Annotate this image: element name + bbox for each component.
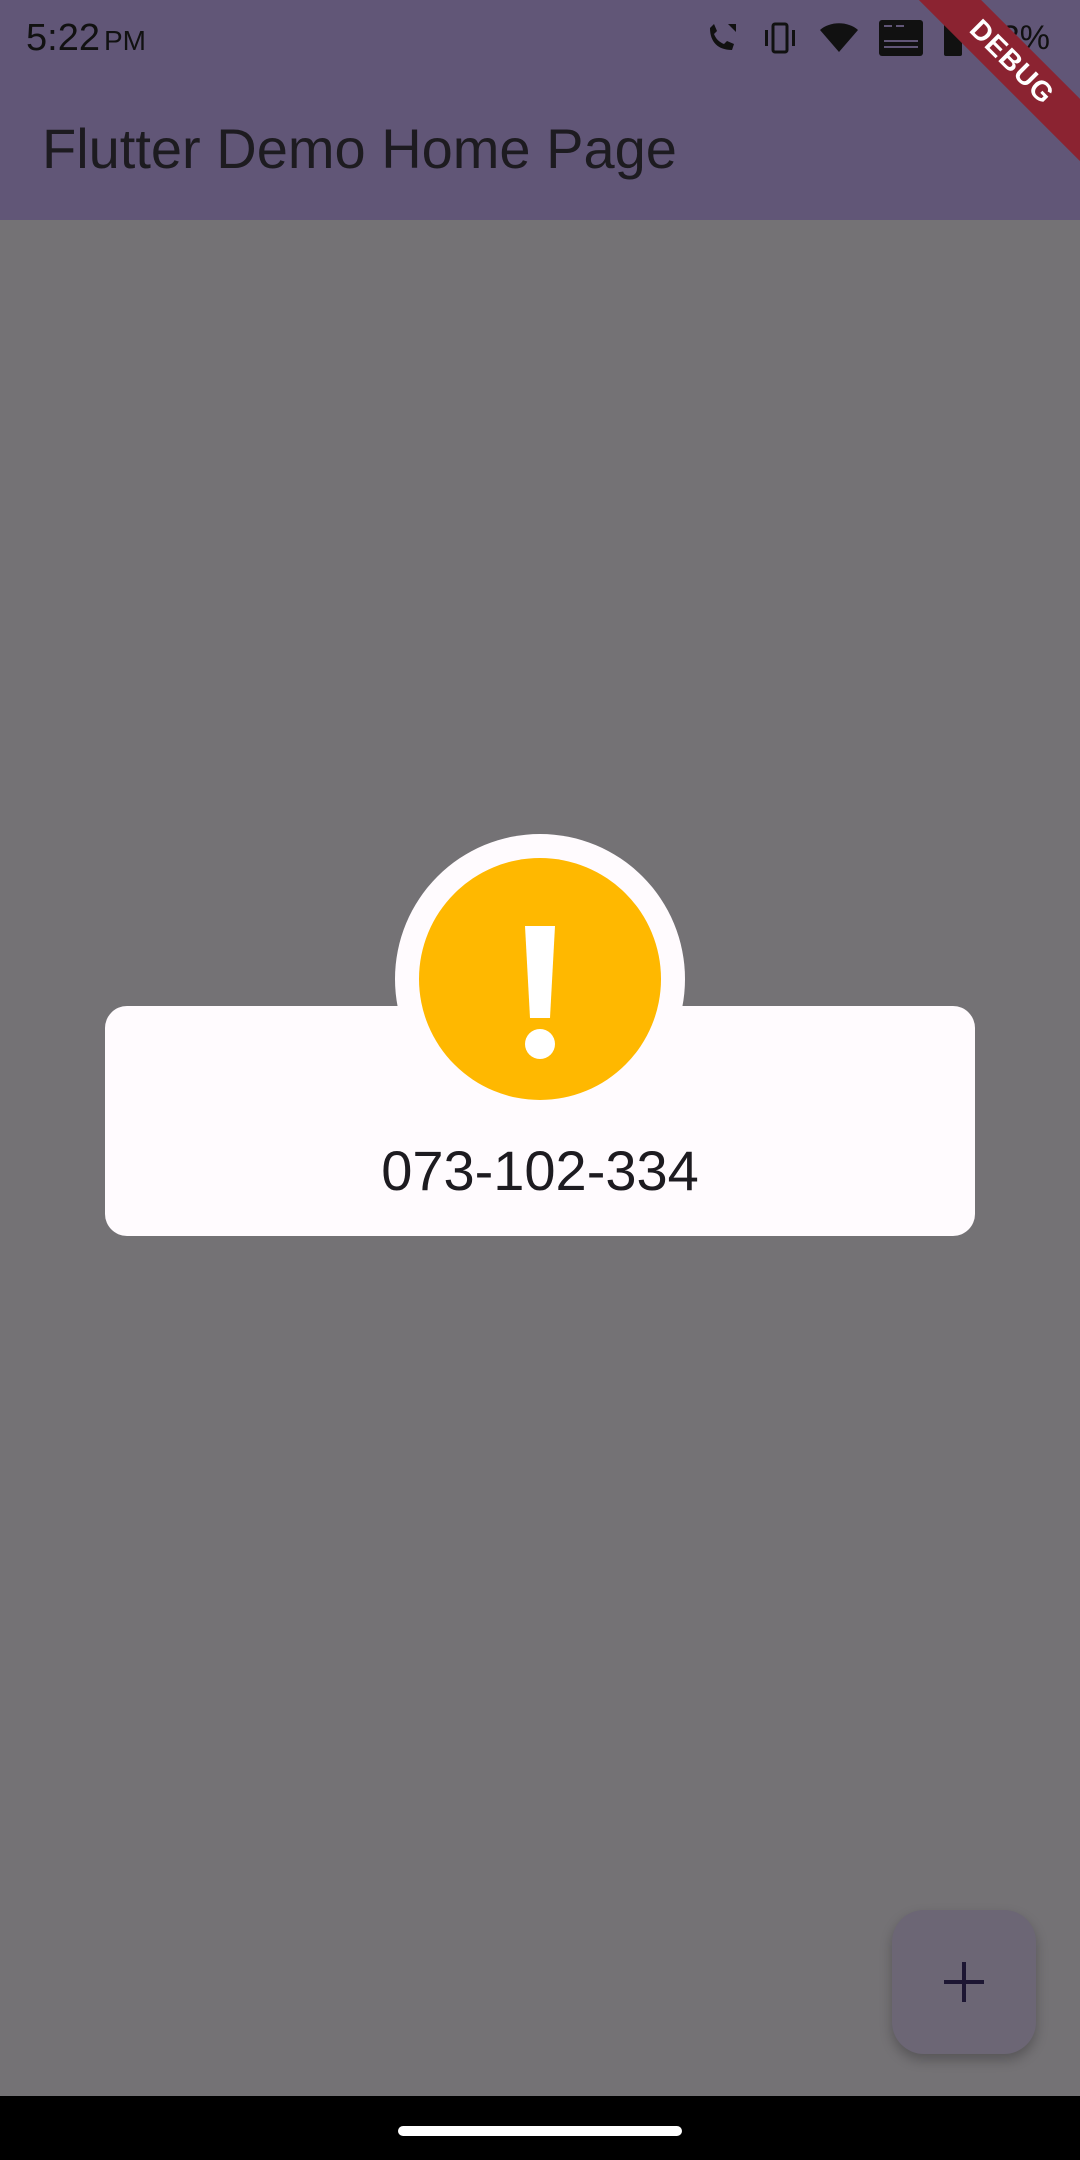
call-icon: [702, 18, 742, 58]
home-gesture-handle[interactable]: [398, 2126, 682, 2136]
wifi-icon: [818, 18, 860, 58]
alert-icon-badge: [395, 834, 685, 1124]
status-icons: 43%: [702, 16, 1050, 60]
battery-icon: [942, 18, 964, 58]
exclamation-icon: [419, 858, 661, 1100]
status-bar: 5:22 PM 43%: [0, 0, 1080, 76]
dialog-message: 073-102-334: [381, 1139, 699, 1202]
battery-percentage: 43%: [981, 18, 1050, 57]
add-fab-button[interactable]: [892, 1910, 1036, 2054]
system-navigation-bar: [0, 2096, 1080, 2160]
vowifi-icon: [878, 18, 924, 58]
status-time-value: 5:22: [26, 17, 100, 59]
app-bar: Flutter Demo Home Page: [0, 76, 1080, 220]
app-bar-title: Flutter Demo Home Page: [42, 117, 677, 180]
status-time: 5:22 PM: [26, 14, 146, 65]
plus-icon: [944, 1962, 984, 2002]
vibrate-icon: [760, 18, 800, 58]
status-time-ampm: PM: [103, 25, 146, 56]
